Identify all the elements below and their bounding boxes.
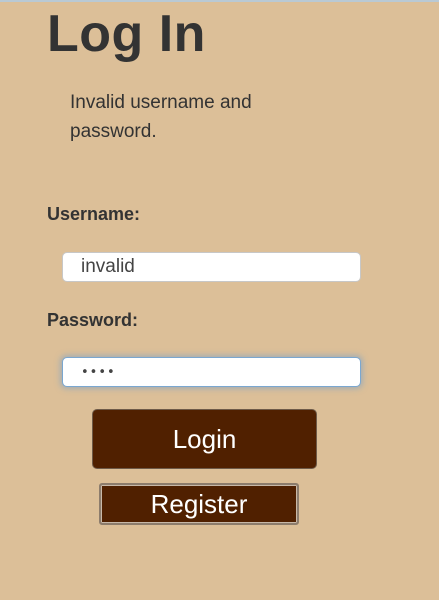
error-message: Invalid username and password.: [70, 92, 252, 142]
username-input[interactable]: [62, 252, 361, 282]
password-input[interactable]: [62, 357, 361, 387]
password-label: Password:: [47, 310, 139, 330]
register-button[interactable]: Register: [99, 483, 299, 525]
username-label: Username:: [47, 204, 141, 224]
login-button[interactable]: Login: [92, 409, 317, 469]
page-title: Log In: [47, 5, 206, 63]
